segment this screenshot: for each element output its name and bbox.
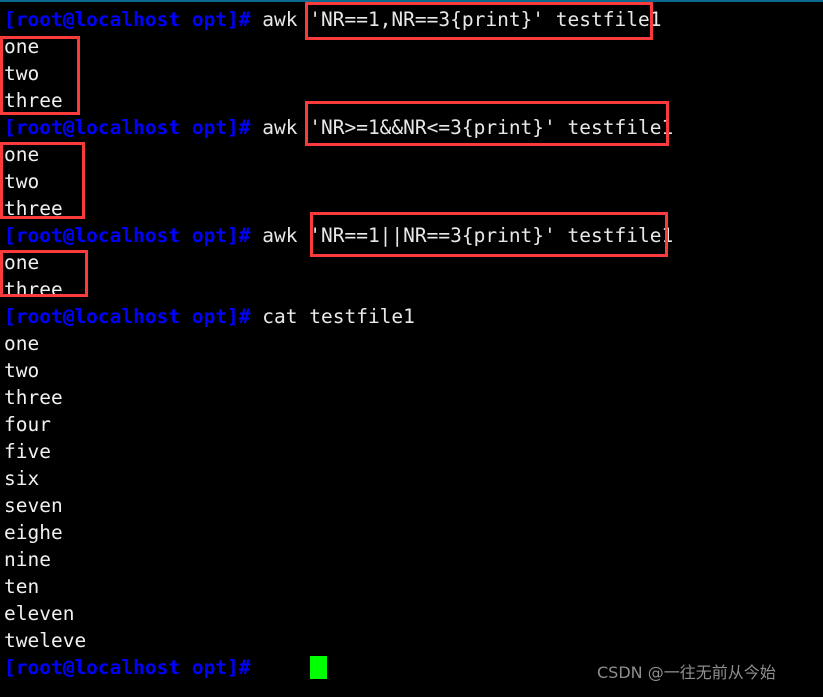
shell-prompt: [root@localhost opt]# [4, 305, 263, 328]
terminal-output-line: two [4, 60, 39, 87]
output-text: five [4, 440, 51, 463]
terminal-output-line: seven [4, 492, 63, 519]
shell-prompt: [root@localhost opt]# [4, 116, 263, 139]
output-text: six [4, 467, 40, 490]
terminal-output-line: one [4, 33, 39, 60]
output-text: three [4, 386, 63, 409]
terminal-output-line: one [4, 249, 39, 276]
terminal-command-line: [root@localhost opt]# awk 'NR>=1&&NR<=3{… [4, 114, 673, 141]
terminal-output-line: three [4, 276, 63, 303]
terminal-cursor [310, 656, 327, 679]
terminal-output-line: three [4, 384, 63, 411]
terminal-output-line: eleven [4, 600, 74, 627]
output-text: one [4, 35, 40, 58]
csdn-watermark: CSDN @一往无前从今始 [597, 663, 776, 682]
terminal-window[interactable]: [root@localhost opt]# awk 'NR==1,NR==3{p… [0, 0, 823, 697]
output-text: one [4, 143, 40, 166]
shell-command-text: awk 'NR==1||NR==3{print}' testfile1 [262, 224, 674, 247]
terminal-output-line: one [4, 141, 39, 168]
output-text: three [4, 197, 63, 220]
terminal-output-line: tweleve [4, 627, 86, 654]
output-text: four [4, 413, 51, 436]
terminal-output-line: one [4, 330, 39, 357]
shell-prompt: [root@localhost opt]# [4, 8, 263, 31]
output-text: three [4, 278, 63, 301]
output-text: tweleve [4, 629, 87, 652]
terminal-command-line: [root@localhost opt]# [4, 654, 262, 681]
output-text: eighe [4, 521, 63, 544]
terminal-output-line: nine [4, 546, 51, 573]
terminal-output-line: three [4, 195, 63, 222]
output-text: nine [4, 548, 51, 571]
output-text: eleven [4, 602, 75, 625]
output-text: ten [4, 575, 40, 598]
terminal-output-line: five [4, 438, 51, 465]
shell-command-text: awk 'NR>=1&&NR<=3{print}' testfile1 [262, 116, 674, 139]
terminal-output-line: two [4, 168, 39, 195]
shell-prompt: [root@localhost opt]# [4, 656, 263, 679]
terminal-output-line: two [4, 357, 39, 384]
shell-command-text: awk 'NR==1,NR==3{print}' testfile1 [262, 8, 662, 31]
terminal-output-line: ten [4, 573, 39, 600]
terminal-top-border [0, 0, 823, 2]
terminal-command-line: [root@localhost opt]# cat testfile1 [4, 303, 415, 330]
terminal-output-line: six [4, 465, 39, 492]
terminal-output-line: four [4, 411, 51, 438]
output-text: seven [4, 494, 63, 517]
output-text: two [4, 62, 40, 85]
shell-command-text: cat testfile1 [262, 305, 415, 328]
output-text: three [4, 89, 63, 112]
shell-prompt: [root@localhost opt]# [4, 224, 263, 247]
terminal-output-line: three [4, 87, 63, 114]
output-text: two [4, 170, 40, 193]
terminal-output-line: eighe [4, 519, 63, 546]
output-text: one [4, 251, 40, 274]
output-text: two [4, 359, 40, 382]
terminal-command-line: [root@localhost opt]# awk 'NR==1||NR==3{… [4, 222, 673, 249]
terminal-command-line: [root@localhost opt]# awk 'NR==1,NR==3{p… [4, 6, 661, 33]
output-text: one [4, 332, 40, 355]
